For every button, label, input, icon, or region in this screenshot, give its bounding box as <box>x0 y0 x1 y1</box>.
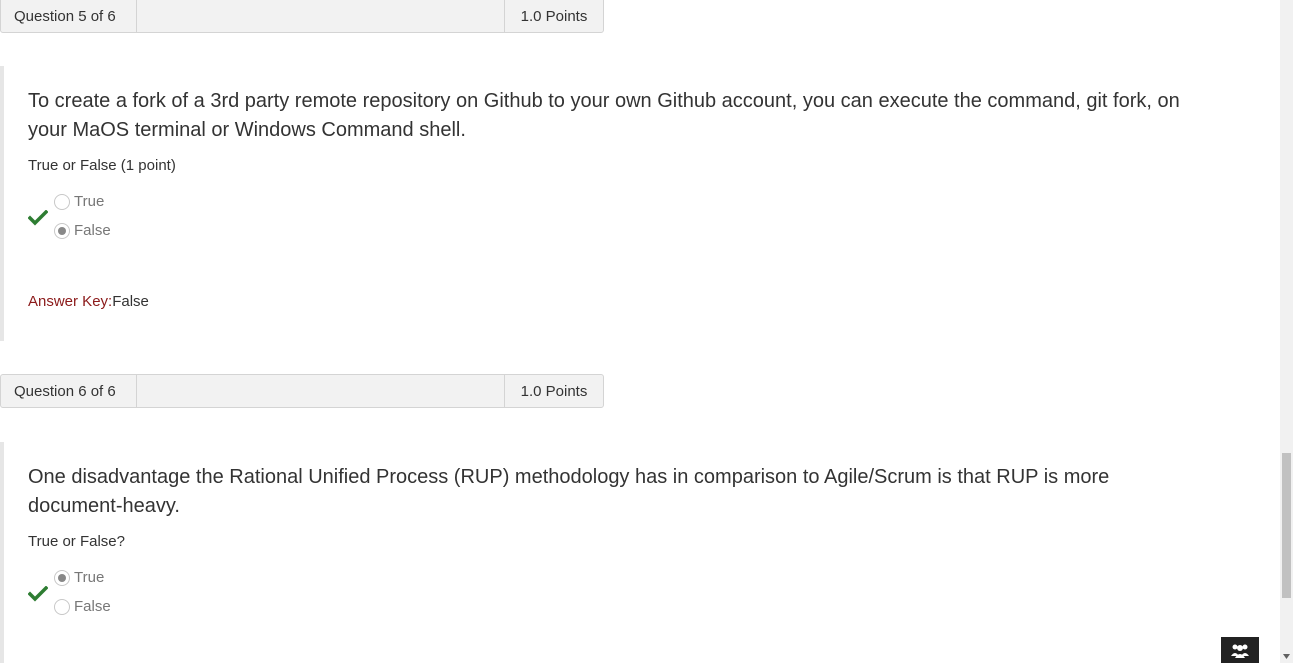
question-number: Question 6 of 6 <box>1 375 137 407</box>
option-label: True <box>74 569 105 586</box>
scroll-down-arrow[interactable] <box>1280 650 1293 663</box>
question-header: Question 6 of 6 1.0 Points <box>0 374 604 408</box>
chevron-down-icon <box>1283 654 1290 659</box>
question-body: One disadvantage the Rational Unified Pr… <box>0 442 1280 663</box>
header-spacer <box>137 375 505 407</box>
option-false[interactable]: False <box>54 598 111 615</box>
help-button[interactable] <box>1221 637 1259 663</box>
option-true[interactable]: True <box>54 193 104 210</box>
question-text: One disadvantage the Rational Unified Pr… <box>28 466 1110 517</box>
option-true[interactable]: True <box>54 569 104 586</box>
question-points: 1.0 Points <box>520 7 588 25</box>
people-icon <box>1231 644 1249 658</box>
option-label: False <box>74 598 111 615</box>
radio-button[interactable] <box>54 193 70 210</box>
header-spacer <box>137 0 505 32</box>
question-type-label: True or False? <box>28 533 125 550</box>
question-type-label: True or False (1 point) <box>28 157 176 174</box>
radio-button-selected[interactable] <box>54 222 70 239</box>
question-points: 1.0 Points <box>520 382 588 400</box>
answer-key-value: False <box>112 293 149 310</box>
question-body: To create a fork of a 3rd party remote r… <box>0 66 1280 341</box>
question-text: To create a fork of a 3rd party remote r… <box>28 90 1180 141</box>
question-header: Question 5 of 6 1.0 Points <box>0 0 604 33</box>
answer-key-label: Answer Key: <box>28 293 113 310</box>
radio-button[interactable] <box>54 598 70 615</box>
radio-button-selected[interactable] <box>54 569 70 586</box>
quiz-results-page: Question 5 of 6 1.0 Points To create a f… <box>0 0 1280 663</box>
question-number: Question 5 of 6 <box>1 0 137 32</box>
vertical-scrollbar[interactable] <box>1280 0 1293 663</box>
option-label: True <box>74 193 105 210</box>
scrollbar-thumb[interactable] <box>1282 453 1291 598</box>
checkmark-icon <box>28 210 48 226</box>
option-false[interactable]: False <box>54 222 111 239</box>
answer-key: Answer Key:False <box>28 293 149 310</box>
checkmark-icon <box>28 586 48 602</box>
option-label: False <box>74 222 111 239</box>
